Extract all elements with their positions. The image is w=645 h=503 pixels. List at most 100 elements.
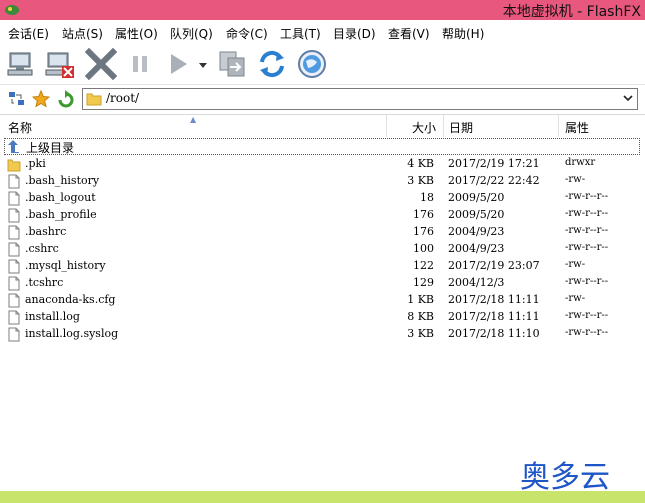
file-icon — [8, 327, 20, 342]
file-size: 8 KB — [407, 310, 434, 323]
file-date: 2009/5/20 — [448, 191, 505, 204]
path-dropdown-icon[interactable] — [620, 90, 636, 106]
file-name: install.log.syslog — [25, 327, 119, 340]
up-directory-icon — [8, 140, 19, 153]
file-name: .bash_logout — [25, 191, 96, 204]
column-date[interactable]: 日期 — [449, 119, 473, 136]
file-size: 1 KB — [407, 293, 434, 306]
file-row[interactable]: .bash_history 3 KB 2017/2/22 22:42 -rw- — [4, 173, 638, 190]
file-attributes: -rw-r--r-- — [565, 225, 609, 236]
file-date: 2017/2/18 11:10 — [448, 327, 540, 340]
file-row[interactable]: .cshrc 100 2004/9/23 -rw-r--r-- — [4, 241, 638, 258]
title-bar: 本地虚拟机 - FlashFX — [0, 0, 645, 20]
file-name: .bashrc — [25, 225, 67, 238]
file-row[interactable]: .mysql_history 122 2017/2/19 23:07 -rw- — [4, 258, 638, 275]
stop-button[interactable] — [84, 47, 118, 81]
refresh-icon — [260, 50, 284, 78]
status-bar — [0, 491, 645, 503]
file-row[interactable]: install.log 8 KB 2017/2/18 11:11 -rw-r--r-- — [4, 309, 638, 326]
file-attributes: -rw- — [565, 293, 586, 304]
play-dropdown-button[interactable] — [196, 48, 210, 80]
column-attributes[interactable]: 属性 — [565, 119, 589, 136]
refresh-button[interactable] — [256, 48, 288, 80]
connect-button[interactable] — [6, 48, 38, 80]
pause-icon — [133, 56, 147, 72]
disconnect-icon — [45, 52, 74, 78]
column-divider[interactable] — [386, 115, 387, 137]
file-row[interactable]: .bash_profile 176 2009/5/20 -rw-r--r-- — [4, 207, 638, 224]
file-row[interactable]: anaconda-ks.cfg 1 KB 2017/2/18 11:11 -rw- — [4, 292, 638, 309]
stop-icon — [84, 47, 118, 81]
parent-directory-row[interactable]: 上级目录 — [4, 138, 640, 155]
favorites-star-icon[interactable] — [32, 90, 50, 108]
file-attributes: -rw-r--r-- — [565, 310, 609, 321]
file-name: .mysql_history — [25, 259, 106, 272]
file-icon — [8, 259, 20, 274]
folder-icon — [7, 159, 21, 172]
watermark-logo: 奥多云 — [520, 460, 610, 495]
disconnect-button[interactable] — [44, 48, 76, 80]
menu-sites[interactable]: 站点(S) — [62, 25, 103, 42]
toolbar — [0, 44, 645, 84]
column-divider[interactable] — [443, 115, 444, 137]
menu-bar: 会话(E) 站点(S) 属性(O) 队列(Q) 命令(C) 工具(T) 目录(D… — [0, 20, 645, 45]
go-up-arrow-icon[interactable] — [56, 90, 74, 108]
file-size: 176 — [413, 208, 434, 221]
connect-icon — [7, 52, 33, 76]
file-name: anaconda-ks.cfg — [25, 293, 116, 306]
column-divider[interactable] — [558, 115, 559, 137]
transfer-icon — [219, 51, 245, 77]
file-name: .tcshrc — [25, 276, 64, 289]
file-name: install.log — [25, 310, 80, 323]
menu-commands[interactable]: 命令(C) — [226, 25, 268, 42]
menu-directory[interactable]: 目录(D) — [333, 25, 376, 42]
file-icon — [8, 208, 20, 223]
file-list[interactable]: 上级目录 .pki 4 KB 2017/2/19 17:21 drwxr .bash_h… — [0, 137, 645, 490]
file-icon — [8, 174, 20, 189]
play-icon — [171, 54, 187, 74]
menu-properties[interactable]: 属性(O) — [115, 25, 158, 42]
file-date: 2004/9/23 — [448, 225, 505, 238]
menu-session[interactable]: 会话(E) — [8, 25, 49, 42]
file-size: 18 — [420, 191, 434, 204]
file-date: 2017/2/18 11:11 — [448, 293, 540, 306]
internet-button[interactable] — [296, 48, 328, 80]
file-row[interactable]: .pki 4 KB 2017/2/19 17:21 drwxr — [4, 156, 638, 173]
globe-icon — [298, 50, 326, 78]
file-icon — [8, 293, 20, 308]
menu-view[interactable]: 查看(V) — [388, 25, 430, 42]
path-input[interactable]: /root/ — [82, 88, 638, 110]
file-attributes: -rw- — [565, 259, 586, 270]
address-bar: /root/ — [0, 84, 645, 113]
menu-queue[interactable]: 队列(Q) — [170, 25, 213, 42]
menu-tools[interactable]: 工具(T) — [280, 25, 321, 42]
file-attributes: -rw-r--r-- — [565, 327, 609, 338]
parent-directory-label: 上级目录 — [26, 141, 75, 155]
flashfxp-logo-icon — [5, 5, 19, 15]
file-attributes: -rw-r--r-- — [565, 276, 609, 287]
transfer-button[interactable] — [216, 48, 248, 80]
column-header: ▲ 名称 大小 日期 属性 — [0, 114, 645, 138]
chevron-down-icon — [199, 63, 207, 68]
file-row[interactable]: .bashrc 176 2004/9/23 -rw-r--r-- — [4, 224, 638, 241]
file-size: 122 — [413, 259, 434, 272]
file-attributes: -rw-r--r-- — [565, 208, 609, 219]
column-size[interactable]: 大小 — [412, 119, 436, 136]
file-date: 2017/2/18 11:11 — [448, 310, 540, 323]
view-toggle-icon[interactable] — [8, 90, 26, 108]
path-text: /root/ — [106, 91, 140, 105]
file-size: 100 — [413, 242, 434, 255]
menu-help[interactable]: 帮助(H) — [442, 25, 484, 42]
pause-button[interactable] — [124, 48, 156, 80]
file-size: 3 KB — [407, 174, 434, 187]
file-row[interactable]: .tcshrc 129 2004/12/3 -rw-r--r-- — [4, 275, 638, 292]
file-row[interactable]: install.log.syslog 3 KB 2017/2/18 11:10 -rw… — [4, 326, 638, 343]
file-size: 3 KB — [407, 327, 434, 340]
column-name[interactable]: 名称 — [8, 119, 32, 136]
file-name: .cshrc — [25, 242, 59, 255]
file-size: 129 — [413, 276, 434, 289]
file-date: 2017/2/19 17:21 — [448, 157, 540, 170]
file-date: 2017/2/19 23:07 — [448, 259, 540, 272]
play-button[interactable] — [162, 48, 194, 80]
file-row[interactable]: .bash_logout 18 2009/5/20 -rw-r--r-- — [4, 190, 638, 207]
